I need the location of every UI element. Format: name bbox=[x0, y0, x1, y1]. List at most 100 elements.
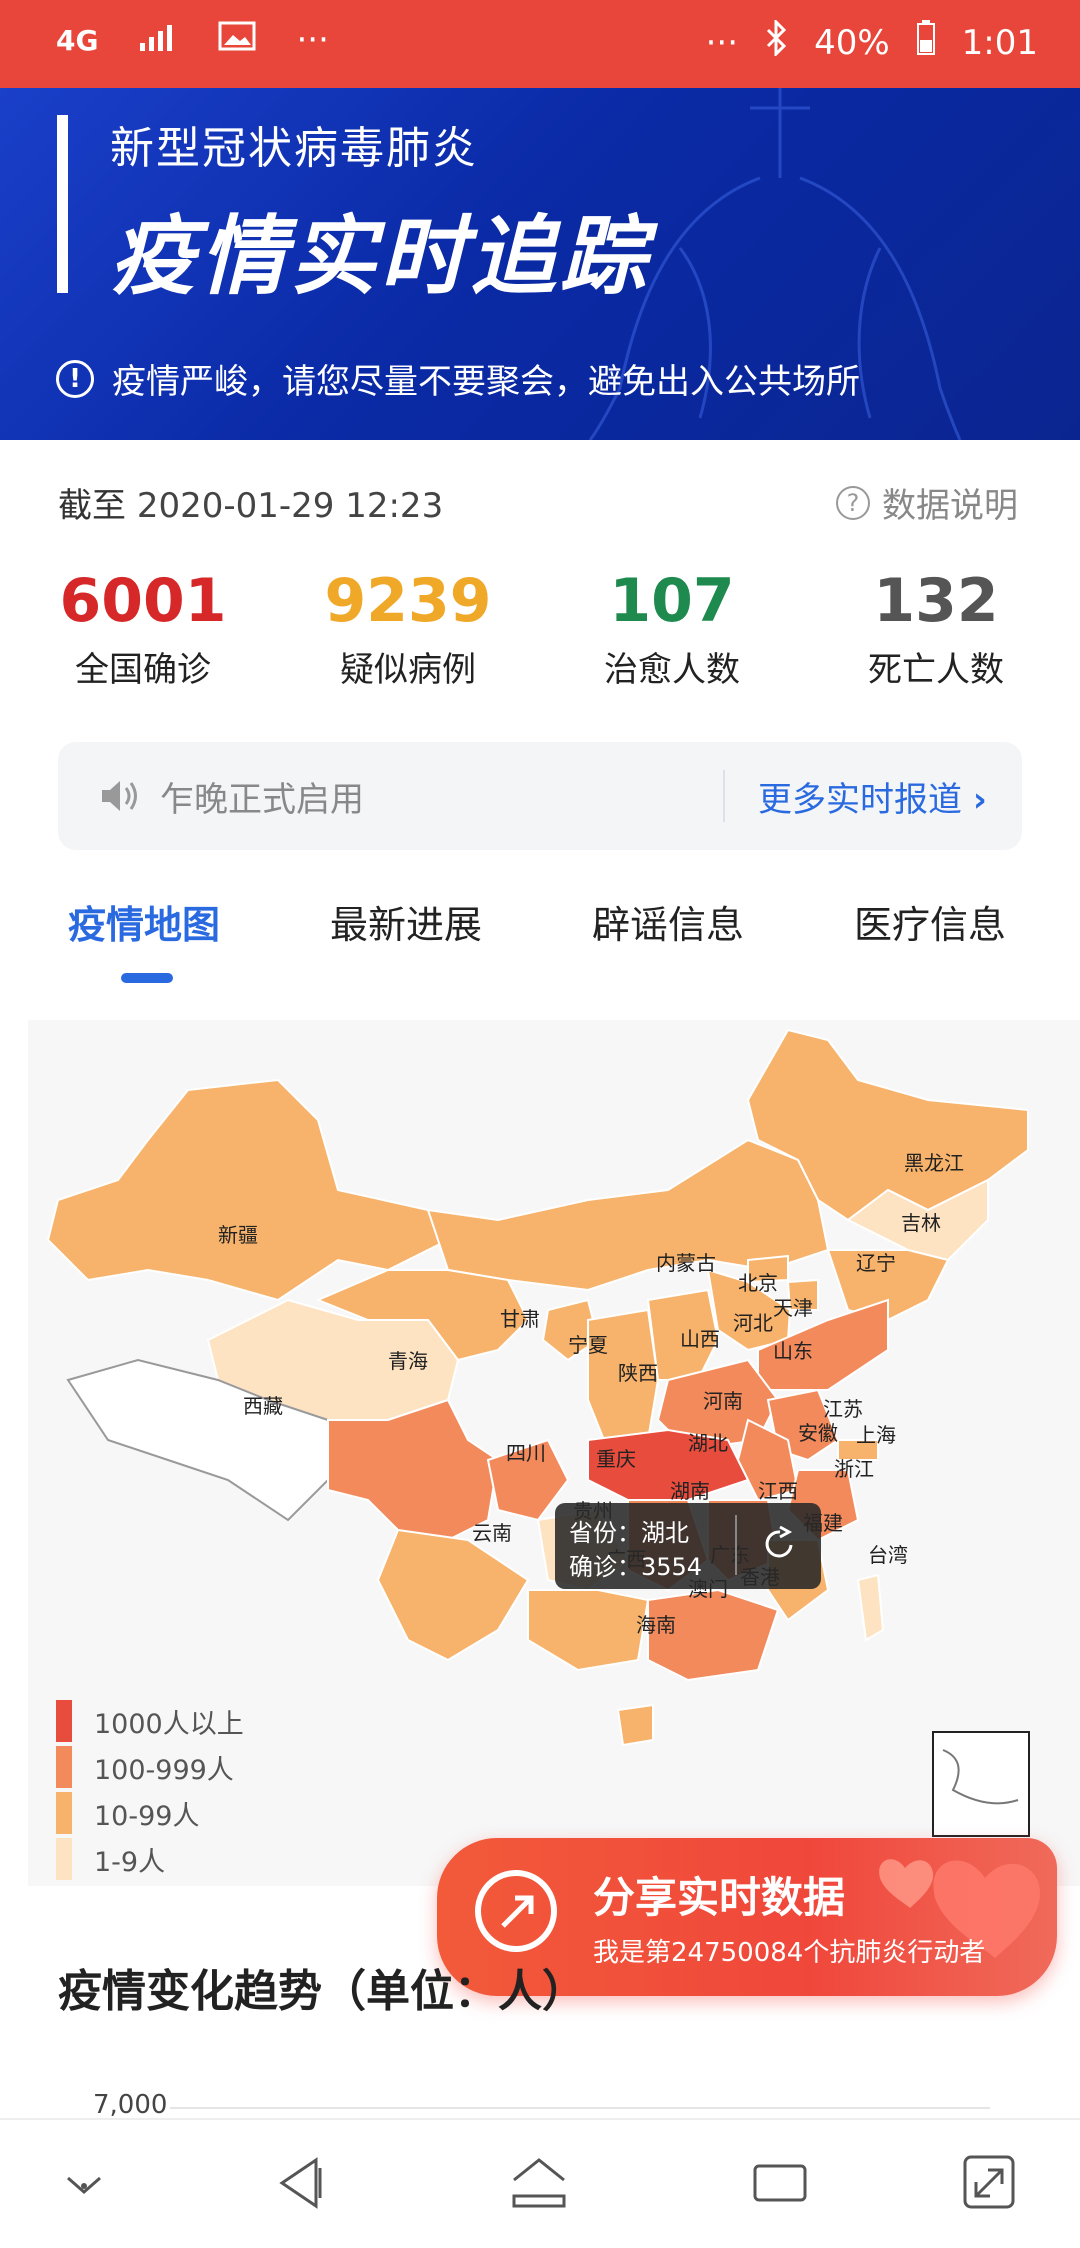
share-icon bbox=[475, 1870, 557, 1952]
as-of-timestamp: 截至 2020-01-29 12:23 bbox=[58, 478, 443, 527]
label-chongqing: 重庆 bbox=[596, 1447, 636, 1471]
label-heilongjiang: 黑龙江 bbox=[904, 1151, 964, 1175]
legend-swatch bbox=[56, 1746, 72, 1788]
legend-item: 1000人以上 bbox=[56, 1698, 244, 1744]
tooltip-confirmed: 确诊：3554 bbox=[569, 1553, 703, 1581]
legend-swatch bbox=[56, 1792, 72, 1834]
more-news-link[interactable]: 更多实时报道 › bbox=[758, 772, 987, 821]
clock: 1:01 bbox=[961, 22, 1038, 63]
legend-label: 1000人以上 bbox=[94, 1708, 244, 1740]
stat-value: 107 bbox=[609, 566, 735, 636]
image-icon bbox=[218, 20, 256, 60]
tab-rumor-refutation[interactable]: 辟谣信息 bbox=[592, 894, 744, 949]
divider bbox=[723, 770, 725, 822]
label-sichuan: 四川 bbox=[506, 1441, 546, 1465]
expand-icon[interactable] bbox=[962, 2154, 1016, 2214]
notice-text: 疫情严峻，请您尽量不要聚会，避免出入公共场所 bbox=[112, 362, 860, 402]
stat-label: 死亡人数 bbox=[868, 650, 1004, 690]
label-taiwan: 台湾 bbox=[868, 1543, 908, 1567]
label-henan: 河南 bbox=[703, 1389, 743, 1413]
banner-subtitle: 新型冠状病毒肺炎 bbox=[110, 123, 478, 174]
data-info-label: 数据说明 bbox=[882, 486, 1018, 526]
label-qinghai: 青海 bbox=[388, 1349, 428, 1373]
province-guangxi bbox=[527, 1589, 650, 1672]
trend-section-title: 疫情变化趋势（单位：人） bbox=[58, 1966, 586, 2017]
tooltip-province: 省份：湖北 bbox=[569, 1519, 689, 1547]
stat-suspected: 9239 疑似病例 bbox=[273, 566, 543, 691]
label-liaoning: 辽宁 bbox=[856, 1251, 896, 1275]
system-nav-bar bbox=[0, 2118, 1080, 2248]
label-neimenggu: 内蒙古 bbox=[656, 1251, 716, 1275]
news-ticker-text: 乍晚正式启用 bbox=[160, 780, 364, 820]
label-shanxi: 山西 bbox=[680, 1327, 720, 1351]
legend-item: 10-99人 bbox=[56, 1790, 244, 1836]
label-xizang: 西藏 bbox=[243, 1394, 283, 1418]
speaker-icon bbox=[98, 776, 142, 820]
label-beijing: 北京 bbox=[738, 1271, 778, 1295]
network-indicator: 4G bbox=[56, 23, 99, 57]
label-shaanxi: 陕西 bbox=[618, 1361, 658, 1385]
label-hainan: 海南 bbox=[636, 1613, 676, 1637]
stat-label: 治愈人数 bbox=[604, 650, 740, 690]
stat-cured: 107 治愈人数 bbox=[537, 566, 807, 691]
label-tianjin: 天津 bbox=[773, 1296, 813, 1320]
label-hebei: 河北 bbox=[733, 1311, 773, 1335]
epidemic-map[interactable]: 黑龙江 吉林 辽宁 新疆 内蒙古 北京 天津 河北 甘肃 宁夏 山西 山东 青海… bbox=[28, 1020, 1080, 1886]
south-china-sea-inset bbox=[932, 1731, 1030, 1837]
province-yunnan bbox=[376, 1528, 530, 1662]
battery-percent: 40% bbox=[814, 22, 890, 63]
label-jiangxi: 江西 bbox=[758, 1479, 798, 1503]
question-icon: ? bbox=[836, 485, 870, 520]
banner-notice: ! 疫情严峻，请您尽量不要聚会，避免出入公共场所 bbox=[56, 354, 860, 403]
stat-label: 疑似病例 bbox=[340, 650, 476, 690]
province-xinjiang bbox=[46, 1078, 450, 1302]
share-subtitle: 我是第24750084个抗肺炎行动者 bbox=[593, 1938, 986, 1968]
legend-swatch bbox=[56, 1838, 72, 1880]
legend-label: 1-9人 bbox=[94, 1846, 166, 1878]
map-tooltip: 省份：湖北 确诊：3554 bbox=[555, 1503, 821, 1589]
legend-label: 10-99人 bbox=[94, 1800, 200, 1832]
province-hainan bbox=[616, 1703, 654, 1747]
stat-value: 6001 bbox=[59, 566, 227, 636]
bluetooth-icon bbox=[764, 18, 788, 65]
chevron-right-icon: › bbox=[972, 780, 987, 820]
back-icon[interactable] bbox=[276, 2156, 326, 2214]
label-zhejiang: 浙江 bbox=[834, 1457, 874, 1481]
legend-swatch bbox=[56, 1700, 72, 1742]
label-shandong: 山东 bbox=[773, 1339, 813, 1363]
province-sichuan bbox=[327, 1398, 500, 1542]
data-info-link[interactable]: ? 数据说明 bbox=[836, 478, 1018, 527]
heart-decoration-icon bbox=[879, 1859, 1040, 1958]
more-news-label: 更多实时报道 bbox=[758, 780, 962, 820]
tab-medical-info[interactable]: 医疗信息 bbox=[854, 894, 1006, 949]
label-hubei: 湖北 bbox=[688, 1431, 728, 1455]
share-title: 分享实时数据 bbox=[593, 1873, 846, 1922]
banner-accent-bar bbox=[57, 115, 68, 293]
home-icon[interactable] bbox=[510, 2156, 568, 2214]
stat-confirmed: 6001 全国确诊 bbox=[8, 566, 278, 691]
signal-icon bbox=[138, 20, 178, 60]
tab-active-indicator bbox=[121, 973, 173, 983]
chart-axis-top-label: 7,000 bbox=[93, 2090, 168, 2120]
more-status-icon: ··· bbox=[705, 22, 739, 63]
legend-label: 100-999人 bbox=[94, 1754, 234, 1786]
down-icon[interactable] bbox=[62, 2164, 106, 2208]
tab-latest-progress[interactable]: 最新进展 bbox=[330, 894, 482, 949]
status-bar: 4G ··· ··· 40% 1:01 bbox=[0, 0, 1080, 88]
label-xinjiang: 新疆 bbox=[218, 1223, 258, 1247]
refresh-icon[interactable] bbox=[761, 1525, 799, 1569]
label-jilin: 吉林 bbox=[901, 1211, 941, 1235]
map-legend: 1000人以上 100-999人 10-99人 1-9人 bbox=[56, 1698, 244, 1882]
divider bbox=[735, 1515, 737, 1575]
tab-epidemic-map[interactable]: 疫情地图 bbox=[68, 894, 220, 949]
stat-deaths: 132 死亡人数 bbox=[801, 566, 1071, 691]
news-ticker[interactable]: 乍晚正式启用 更多实时报道 › bbox=[58, 742, 1022, 850]
recents-icon[interactable] bbox=[752, 2158, 808, 2212]
province-taiwan bbox=[856, 1573, 885, 1642]
as-of-value: 2020-01-29 12:23 bbox=[136, 486, 444, 526]
more-status-icon: ··· bbox=[296, 20, 329, 60]
alert-icon: ! bbox=[56, 359, 94, 398]
stat-value: 9239 bbox=[324, 566, 492, 636]
banner: 新型冠状病毒肺炎 疫情实时追踪 ! 疫情严峻，请您尽量不要聚会，避免出入公共场所 bbox=[0, 88, 1080, 440]
stat-label: 全国确诊 bbox=[75, 650, 211, 690]
